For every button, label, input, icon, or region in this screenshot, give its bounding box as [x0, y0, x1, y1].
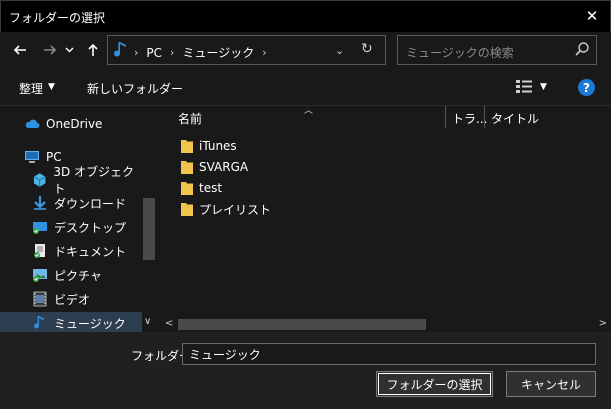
back-arrow-icon	[13, 45, 26, 55]
pc-icon	[25, 151, 39, 163]
sidebar-item-onedrive[interactable]: OneDrive	[0, 113, 142, 135]
3d-objects-icon	[33, 173, 46, 187]
list-item[interactable]: SVARGA	[181, 157, 248, 177]
forward-arrow-icon	[44, 45, 57, 55]
view-options-icon[interactable]	[516, 80, 532, 94]
column-track[interactable]: トラ...	[452, 110, 487, 127]
search-box[interactable]: ミュージックの検索	[397, 35, 597, 65]
onedrive-cloud-icon	[25, 119, 40, 128]
sidebar-item-pictures[interactable]: ピクチャ	[0, 264, 142, 286]
column-divider[interactable]	[484, 106, 485, 128]
sort-ascending-icon: ︿	[304, 106, 314, 116]
sidebar-item-label: ピクチャ	[54, 268, 102, 283]
file-name: iTunes	[199, 139, 237, 153]
sidebar-item-documents[interactable]: ドキュメント	[0, 240, 142, 262]
column-divider[interactable]	[445, 106, 446, 128]
sidebar-item-desktop[interactable]: デスクトップ	[0, 216, 142, 238]
sidebar-item-label: ドキュメント	[54, 244, 127, 259]
forward-button[interactable]	[41, 41, 59, 59]
window-title: フォルダーの選択	[9, 11, 106, 25]
chevron-down-icon: ▼	[48, 82, 55, 92]
scroll-down-icon[interactable]: ∨	[144, 316, 151, 327]
title-bar: フォルダーの選択 ✕	[0, 0, 611, 32]
pictures-icon	[33, 269, 47, 282]
sidebar-item-label: ダウンロード	[54, 196, 127, 211]
sidebar-item-label: OneDrive	[46, 117, 103, 131]
music-icon	[114, 42, 126, 57]
folder-icon	[181, 182, 193, 195]
breadcrumb-item-pc[interactable]: PC	[146, 46, 162, 60]
chevron-down-icon[interactable]: ▼	[540, 82, 547, 92]
folder-icon	[181, 203, 193, 216]
column-title[interactable]: タイトル	[491, 110, 539, 127]
sidebar-item-label: PC	[46, 150, 62, 164]
folder-name-input[interactable]	[182, 343, 596, 365]
sidebar-item-downloads[interactable]: ダウンロード	[0, 192, 142, 214]
search-icon	[575, 42, 589, 56]
list-item[interactable]: プレイリスト	[181, 199, 271, 219]
search-placeholder: ミュージックの検索	[406, 46, 514, 60]
file-name: SVARGA	[199, 160, 249, 174]
chevron-right-icon: ›	[170, 46, 175, 59]
chevron-right-icon: ›	[134, 46, 139, 59]
new-folder-button[interactable]: 新しいフォルダー	[87, 80, 183, 97]
organize-button[interactable]: 整理	[19, 80, 43, 97]
list-item[interactable]: test	[181, 178, 222, 198]
column-header: ︿ 名前 トラ... タイトル	[158, 106, 611, 128]
sidebar-item-label: ビデオ	[54, 292, 91, 307]
up-arrow-icon	[88, 43, 98, 56]
file-name: プレイリスト	[199, 202, 272, 217]
list-item[interactable]: iTunes	[181, 136, 237, 156]
address-bar[interactable]: › PC › ミュージック › ⌄ ↻	[107, 35, 386, 65]
back-button[interactable]	[11, 41, 29, 59]
close-icon: ✕	[585, 7, 599, 25]
cancel-button[interactable]: キャンセル	[506, 371, 596, 397]
sidebar-item-music[interactable]: ミュージック	[0, 312, 142, 332]
chevron-down-icon	[65, 47, 73, 53]
music-icon	[34, 316, 44, 329]
chevron-right-icon: ›	[262, 46, 267, 59]
refresh-icon[interactable]: ↻	[361, 41, 373, 57]
download-icon	[34, 196, 46, 210]
help-icon[interactable]: ?	[578, 79, 595, 96]
column-name[interactable]: 名前	[178, 110, 202, 127]
video-icon	[33, 291, 47, 307]
file-name: test	[199, 181, 223, 195]
sidebar-item-3d-objects[interactable]: 3D オブジェクト	[0, 165, 142, 196]
dialog-footer: フォルダー: フォルダーの選択 キャンセル	[0, 332, 611, 409]
breadcrumb-item-music[interactable]: ミュージック	[182, 44, 254, 61]
address-dropdown-icon[interactable]: ⌄	[335, 44, 344, 57]
desktop-icon	[33, 222, 47, 234]
folder-icon	[181, 161, 193, 174]
up-button[interactable]	[84, 41, 102, 59]
sidebar-scrollbar-thumb[interactable]	[143, 198, 155, 260]
select-folder-button[interactable]: フォルダーの選択	[376, 371, 493, 397]
sidebar-item-videos[interactable]: ビデオ	[0, 288, 142, 310]
breadcrumb: › PC › ミュージック ›	[134, 44, 267, 61]
sidebar-item-label: ミュージック	[54, 316, 126, 331]
recent-locations-button[interactable]	[64, 41, 74, 59]
scroll-left-icon[interactable]: <	[165, 318, 173, 329]
documents-icon	[34, 244, 45, 258]
navigation-pane: OneDrive PC 3D オブジェクト ダウンロード デスクトップ ドキュメ…	[0, 106, 158, 332]
scroll-right-icon[interactable]: >	[599, 318, 607, 329]
command-bar: 整理 ▼ 新しいフォルダー ▼ ?	[0, 70, 611, 106]
navigation-bar: › PC › ミュージック › ⌄ ↻ ミュージックの検索	[0, 32, 611, 70]
file-list: ︿ 名前 トラ... タイトル iTunes SVARGA test プレイリス…	[158, 106, 611, 332]
folder-icon	[181, 140, 193, 153]
horizontal-scrollbar-thumb[interactable]	[178, 319, 426, 330]
horizontal-scrollbar[interactable]: < >	[158, 316, 611, 332]
close-button[interactable]: ✕	[580, 5, 604, 27]
sidebar-item-label: デスクトップ	[54, 220, 127, 235]
